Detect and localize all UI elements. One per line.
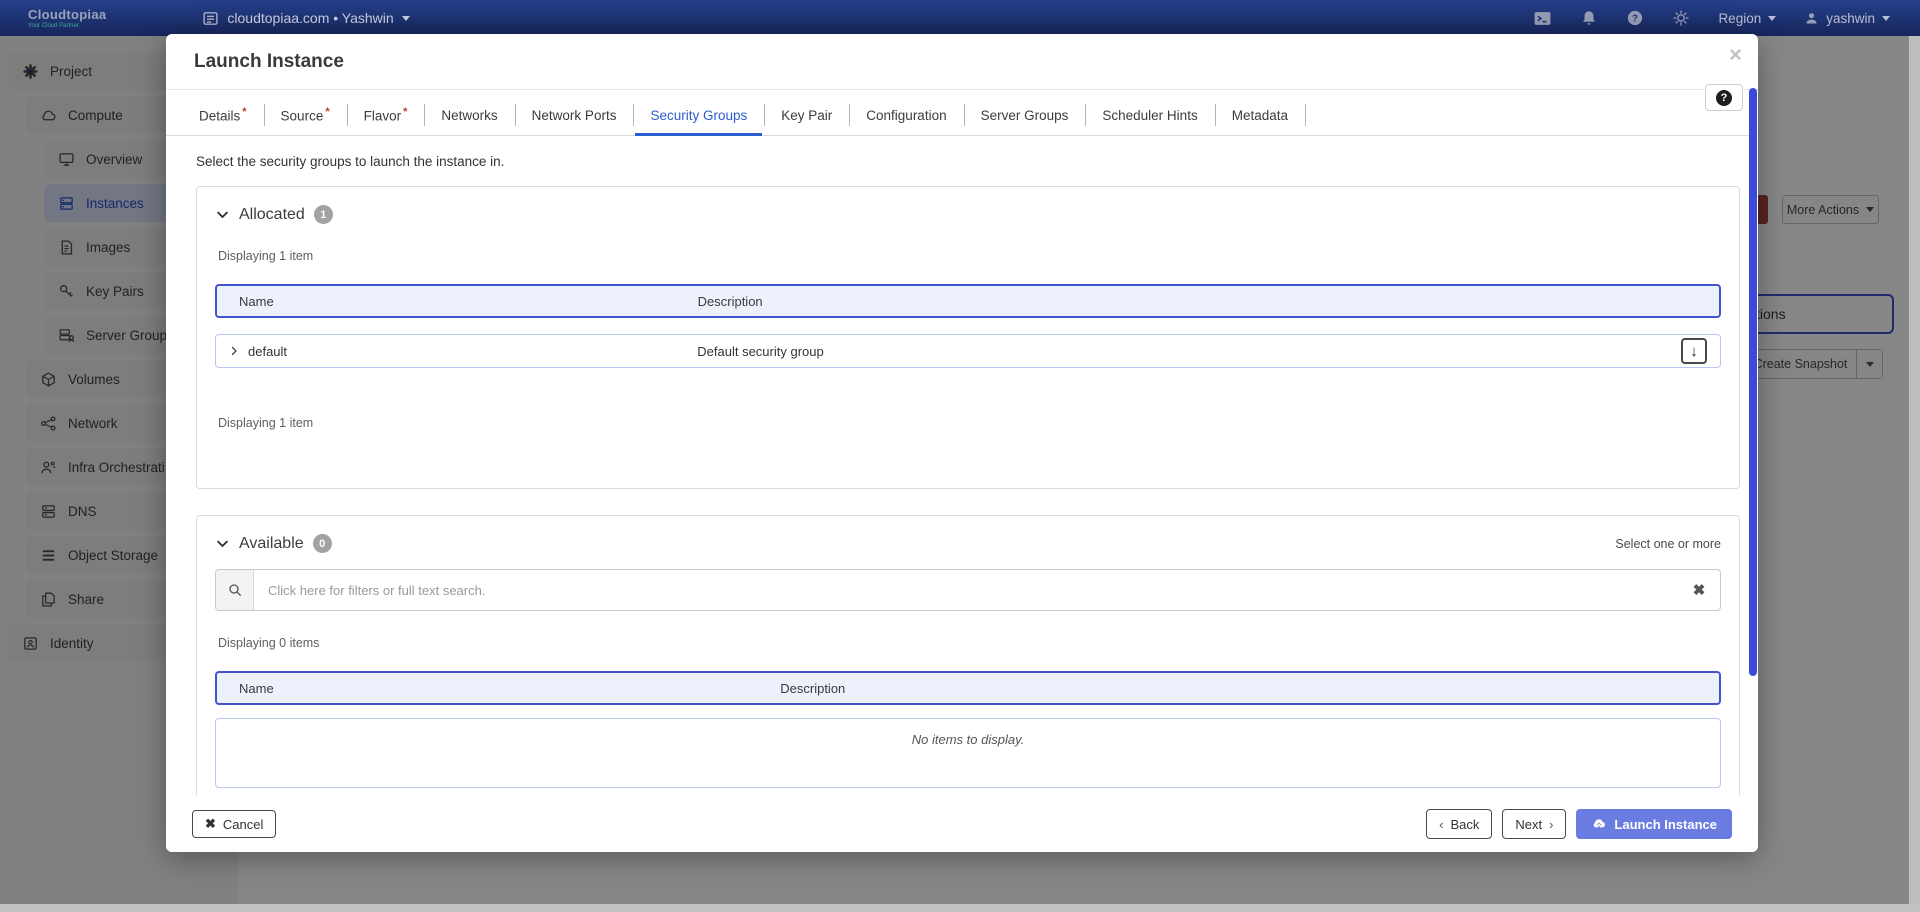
tab-metadata[interactable]: Metadata	[1215, 108, 1305, 135]
modal-title: Launch Instance	[194, 51, 344, 73]
column-header-description: Description	[698, 294, 1719, 309]
column-header-description: Description	[780, 681, 1719, 696]
user-label: yashwin	[1826, 11, 1875, 26]
allocated-displaying-bottom: Displaying 1 item	[218, 416, 1721, 430]
breadcrumb-label: cloudtopiaa.com • Yashwin	[227, 10, 393, 26]
app-window: Cloudtopiaa Your Cloud Partner cloudtopi…	[0, 0, 1920, 912]
wizard-tabs: Details* Source* Flavor* Networks Networ…	[166, 90, 1758, 136]
back-button[interactable]: ‹ Back	[1426, 809, 1492, 839]
available-count-badge: 0	[313, 534, 332, 553]
chevron-right-icon: ›	[1549, 817, 1553, 832]
next-button[interactable]: Next ›	[1502, 809, 1566, 839]
horizontal-scrollbar[interactable]	[0, 904, 1920, 912]
required-marker: *	[325, 106, 329, 118]
vertical-scrollbar[interactable]	[1909, 36, 1920, 904]
terminal-icon[interactable]	[1533, 9, 1552, 28]
column-header-name: Name	[217, 681, 780, 696]
available-header[interactable]: Available 0	[215, 534, 332, 553]
search-icon[interactable]	[216, 570, 254, 610]
breadcrumb[interactable]: cloudtopiaa.com • Yashwin	[202, 10, 409, 27]
cloud-upload-icon	[1591, 816, 1607, 832]
user-menu[interactable]: yashwin	[1804, 11, 1890, 26]
allocated-displaying-top: Displaying 1 item	[218, 249, 1721, 263]
question-icon: ?	[1716, 90, 1732, 106]
select-hint: Select one or more	[1615, 537, 1721, 551]
collapse-chevron-icon	[215, 207, 230, 222]
settings-gear-icon[interactable]	[1672, 9, 1690, 27]
available-title: Available	[239, 535, 304, 553]
empty-table-message: No items to display.	[215, 718, 1721, 788]
tab-network-ports[interactable]: Network Ports	[515, 108, 634, 135]
collapse-chevron-icon	[215, 536, 230, 551]
expand-chevron-icon[interactable]	[228, 345, 240, 357]
allocated-table-header: Name Description	[215, 284, 1721, 318]
tab-source[interactable]: Source*	[264, 106, 347, 136]
notifications-bell-icon[interactable]	[1580, 9, 1598, 27]
close-icon[interactable]: ×	[1729, 44, 1742, 66]
allocated-header[interactable]: Allocated 1	[215, 205, 333, 224]
down-arrow-icon: ↓	[1690, 344, 1698, 359]
tab-security-groups[interactable]: Security Groups	[633, 108, 764, 135]
chevron-left-icon: ‹	[1439, 817, 1443, 832]
x-icon: ✖	[205, 816, 216, 832]
modal-help-button[interactable]: ?	[1705, 84, 1743, 111]
step-description: Select the security groups to launch the…	[196, 154, 1740, 169]
tab-configuration[interactable]: Configuration	[849, 108, 963, 135]
chevron-down-icon	[1768, 16, 1776, 21]
allocated-count-badge: 1	[314, 205, 333, 224]
user-icon	[1804, 11, 1819, 26]
modal-scrollbar-thumb[interactable]	[1749, 88, 1757, 676]
brand-logo[interactable]: Cloudtopiaa Your Cloud Partner	[28, 8, 106, 29]
region-label: Region	[1718, 11, 1761, 26]
filter-search-input[interactable]	[254, 570, 1678, 610]
modal-body: Select the security groups to launch the…	[166, 136, 1758, 829]
cancel-button[interactable]: ✖ Cancel	[192, 810, 276, 838]
brand-name: Cloudtopiaa	[28, 8, 106, 21]
tab-details[interactable]: Details*	[182, 106, 264, 136]
security-group-name: default	[248, 344, 287, 359]
column-header-name: Name	[217, 294, 698, 309]
chevron-down-icon	[1882, 16, 1890, 21]
modal-header: Launch Instance	[166, 34, 1758, 90]
deallocate-button[interactable]: ↓	[1681, 338, 1707, 364]
tab-key-pair[interactable]: Key Pair	[764, 108, 849, 135]
security-group-description: Default security group	[697, 344, 1720, 359]
tab-server-groups[interactable]: Server Groups	[964, 108, 1086, 135]
clear-search-icon[interactable]: ✖	[1678, 570, 1720, 610]
launch-instance-button[interactable]: Launch Instance	[1576, 809, 1732, 839]
tab-scheduler-hints[interactable]: Scheduler Hints	[1085, 108, 1214, 135]
launch-instance-modal: Launch Instance × ? Details* Source* Fla…	[166, 34, 1758, 852]
allocated-panel: Allocated 1 Displaying 1 item Name Descr…	[196, 186, 1740, 489]
tab-networks[interactable]: Networks	[424, 108, 514, 135]
region-menu[interactable]: Region	[1718, 11, 1776, 26]
brand-tagline: Your Cloud Partner	[28, 23, 106, 29]
top-navigation-bar: Cloudtopiaa Your Cloud Partner cloudtopi…	[0, 0, 1920, 36]
filter-search-bar: ✖	[215, 569, 1721, 611]
available-panel: Available 0 Select one or more ✖ Display…	[196, 515, 1740, 829]
available-table-header: Name Description	[215, 671, 1721, 705]
table-row: default Default security group ↓	[215, 334, 1721, 368]
help-icon[interactable]	[1626, 9, 1644, 27]
chevron-down-icon	[402, 16, 410, 21]
tab-flavor[interactable]: Flavor*	[347, 106, 425, 136]
allocated-title: Allocated	[239, 206, 305, 224]
available-displaying: Displaying 0 items	[218, 636, 1721, 650]
required-marker: *	[242, 106, 246, 118]
modal-footer: ✖ Cancel ‹ Back Next › Launch Instance	[166, 796, 1758, 852]
project-list-icon	[202, 10, 219, 27]
required-marker: *	[403, 106, 407, 118]
